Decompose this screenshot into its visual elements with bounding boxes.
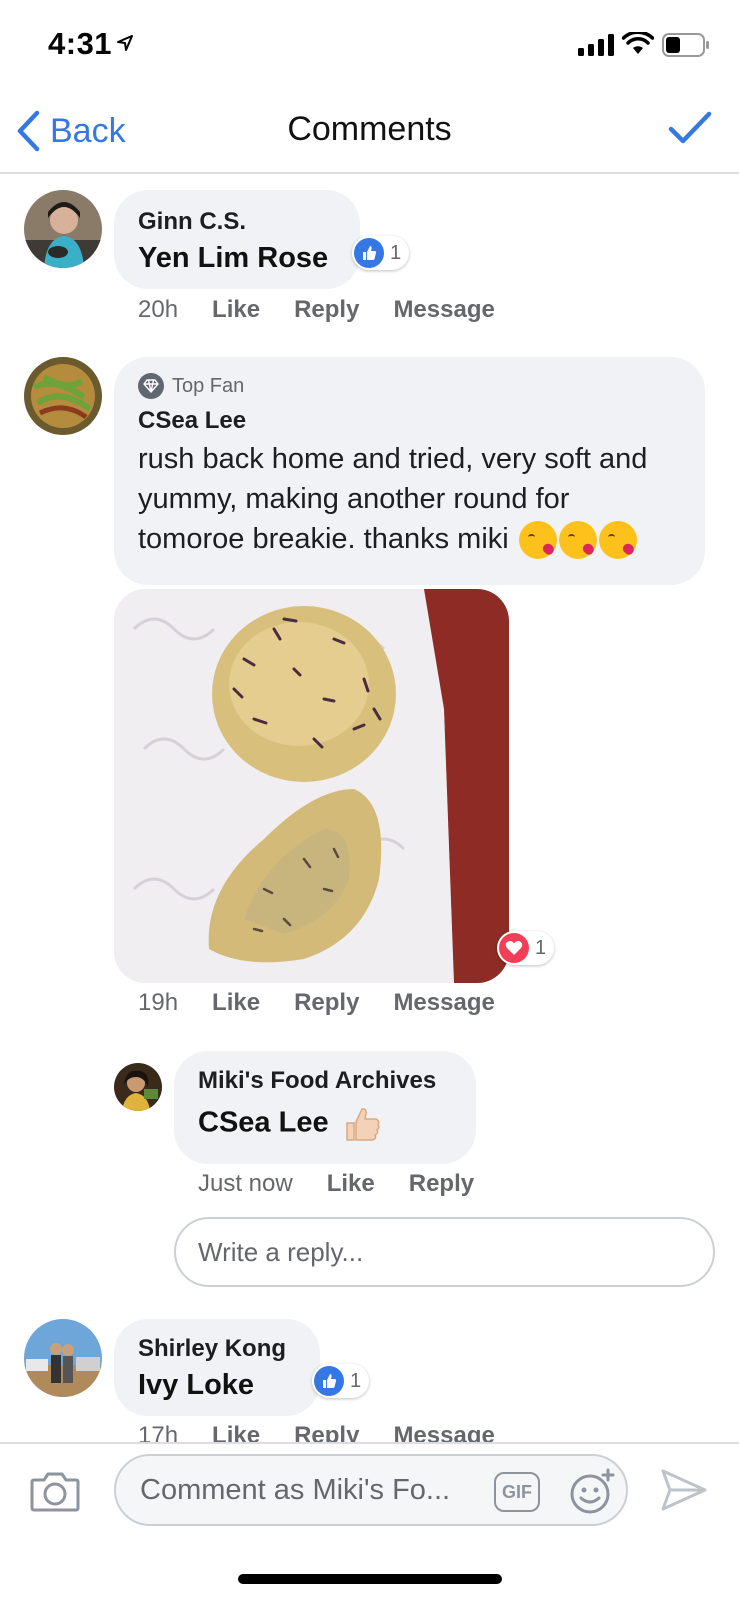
comment-meta: 19h Like Reply Message (138, 989, 529, 1017)
kissing-heart-emoji-icon (518, 521, 557, 560)
kissing-heart-emoji-icon (558, 521, 597, 560)
comment-bubble[interactable]: Top Fan CSea Lee rush back home and trie… (114, 357, 705, 585)
comment-time: 19h (138, 989, 179, 1016)
comment-text[interactable]: Ivy Loke (138, 1369, 296, 1402)
like-button[interactable]: Like (327, 1170, 375, 1198)
page-title: Comments (287, 110, 452, 148)
top-fan-badge: Top Fan (138, 373, 681, 399)
comment-bubble[interactable]: Shirley Kong Ivy Loke (114, 1319, 320, 1416)
reply-meta: Just now Like Reply (198, 1170, 508, 1198)
camera-icon[interactable] (30, 1470, 80, 1512)
comment-time: 20h (138, 296, 179, 323)
reaction-badge[interactable]: 1 (352, 236, 410, 270)
sticker-emoji-icon[interactable] (568, 1468, 616, 1516)
reaction-count: 1 (535, 936, 547, 959)
like-icon (314, 1366, 344, 1396)
reply-button[interactable]: Reply (294, 989, 359, 1017)
reply-button[interactable]: Reply (409, 1170, 474, 1198)
cellular-signal-icon (578, 34, 614, 56)
comment-photo[interactable] (114, 589, 509, 983)
home-indicator (238, 1574, 502, 1584)
reaction-count: 1 (350, 1369, 362, 1392)
reply-text[interactable]: CSea Lee (198, 1105, 452, 1143)
reaction-badge[interactable]: 1 (312, 1364, 370, 1398)
location-arrow-icon (117, 35, 133, 51)
battery-icon (662, 33, 709, 57)
avatar[interactable] (24, 190, 102, 268)
avatar[interactable] (24, 1319, 102, 1397)
comment-meta: 20h Like Reply Message (138, 296, 529, 324)
like-button[interactable]: Like (212, 296, 260, 324)
avatar[interactable] (24, 357, 102, 435)
comment-text[interactable]: rush back home and tried, very soft and … (138, 439, 681, 560)
reaction-count: 1 (390, 241, 402, 264)
wifi-icon (622, 32, 654, 54)
checkmark-icon[interactable] (668, 110, 712, 146)
status-bar: 4:31 (0, 0, 739, 90)
message-button[interactable]: Message (393, 989, 494, 1017)
like-icon (354, 238, 384, 268)
comment-author[interactable]: Ginn C.S. (138, 208, 336, 236)
comment-bubble[interactable]: Ginn C.S. Yen Lim Rose (114, 190, 360, 289)
reply-placeholder: Write a reply... (198, 1236, 364, 1267)
comment-author[interactable]: CSea Lee (138, 407, 681, 435)
comment-placeholder: Comment as Miki's Fo... (140, 1474, 451, 1506)
message-button[interactable]: Message (393, 296, 494, 324)
reply-author[interactable]: Miki's Food Archives (198, 1067, 452, 1095)
comment-composer-bar: Comment as Miki's Fo... GIF (0, 1442, 739, 1600)
thumbs-up-emoji-icon (345, 1108, 380, 1141)
navigation-bar: Back Comments (0, 90, 739, 174)
kissing-heart-emoji-icon (598, 521, 637, 560)
reply-button[interactable]: Reply (294, 296, 359, 324)
comment-input[interactable]: Comment as Miki's Fo... GIF (114, 1454, 628, 1526)
reply-time: Just now (198, 1170, 293, 1197)
top-fan-label: Top Fan (172, 374, 245, 397)
gif-button[interactable]: GIF (494, 1472, 540, 1512)
heart-icon (499, 933, 529, 963)
comment-author[interactable]: Shirley Kong (138, 1335, 296, 1363)
send-icon[interactable] (660, 1468, 708, 1512)
status-time: 4:31 (48, 26, 113, 61)
reply-avatar[interactable] (114, 1063, 162, 1111)
comment-text[interactable]: Yen Lim Rose (138, 242, 336, 275)
reply-mention: CSea Lee (198, 1106, 329, 1139)
like-button[interactable]: Like (212, 989, 260, 1017)
diamond-icon (138, 373, 164, 399)
write-reply-input[interactable]: Write a reply... (174, 1217, 715, 1287)
reply-bubble[interactable]: Miki's Food Archives CSea Lee (174, 1051, 476, 1164)
reaction-badge[interactable]: 1 (497, 931, 555, 965)
